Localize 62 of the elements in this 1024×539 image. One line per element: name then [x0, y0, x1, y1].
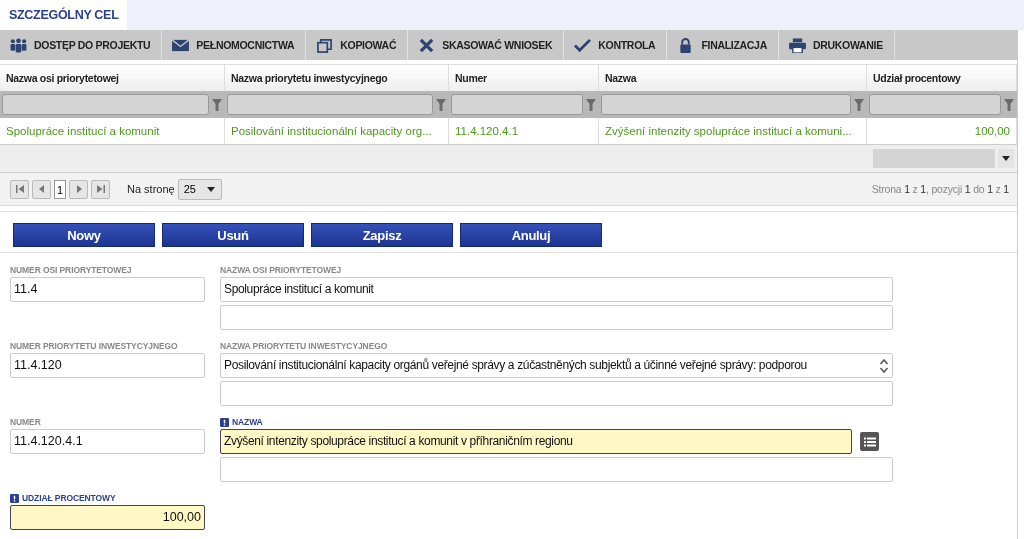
filter-icon[interactable] — [854, 98, 864, 111]
input-field[interactable]: 100,00 — [10, 505, 205, 530]
filter-field[interactable] — [2, 94, 209, 115]
per-page-select[interactable]: 25 — [177, 178, 222, 200]
action-button[interactable]: Anuluj — [460, 223, 602, 247]
field-label: NAZWA PRIORYTETU INWESTYCYJNEGO — [220, 341, 388, 351]
caret-icon — [1002, 156, 1010, 161]
field-label: NUMER OSI PRIORYTETOWEJ — [10, 265, 132, 275]
printer-icon — [787, 37, 807, 53]
table-cell: Posilování institucionální kapacity org... — [225, 118, 449, 144]
filter-icon[interactable] — [436, 98, 446, 111]
page-number-field[interactable]: 1 — [54, 179, 66, 199]
input-field[interactable] — [220, 457, 893, 482]
tab[interactable]: SZCZEGÓLNY CEL — [0, 0, 128, 30]
first-icon — [15, 185, 24, 193]
page-summary: Strona 1 z 1, pozycji 1 do 1 z 1 — [871, 183, 1009, 195]
previous-page-button[interactable] — [32, 179, 51, 199]
table-cell: 100,00 — [867, 118, 1017, 144]
next-icon — [74, 185, 83, 193]
field-label: UDZIAŁ PROCENTOWY — [22, 493, 116, 503]
table-cell: Spolupráce institucí a komunit — [0, 118, 225, 144]
input-field[interactable] — [220, 381, 893, 406]
list-button[interactable] — [860, 432, 879, 451]
last-page-button[interactable] — [91, 179, 110, 199]
filter-field[interactable] — [451, 94, 583, 115]
required-icon — [220, 417, 229, 427]
input-field[interactable]: 11.4.120 — [10, 353, 205, 378]
list-icon — [863, 436, 876, 447]
filter-field[interactable] — [227, 94, 433, 115]
filter-icon[interactable] — [212, 98, 222, 111]
table-cell: 11.4.120.4.1 — [449, 118, 599, 144]
filter-field[interactable] — [869, 94, 1001, 115]
scrollbar[interactable] — [873, 149, 995, 168]
input-field[interactable]: Zvýšení intenzity spolupráce institucí a komunit v příhraničním regionu — [220, 429, 852, 454]
field-label: NUMER PRIORYTETU INWESTYCYJNEGO — [10, 341, 178, 351]
action-button[interactable]: Zapisz — [311, 223, 453, 247]
first-page-button[interactable] — [10, 179, 29, 199]
table-cell: Zvýšení intenzity spolupráce institucí a komuni... — [599, 118, 867, 144]
input-field[interactable]: 11.4.120.4.1 — [10, 429, 205, 454]
per-page-label: Na stronę — [127, 183, 175, 195]
filter-field[interactable] — [601, 94, 851, 115]
input-field[interactable]: Spolupráce institucí a komunit — [220, 277, 893, 302]
field-label: NUMER — [10, 417, 41, 427]
people-icon — [9, 37, 28, 53]
filter-icon[interactable] — [1004, 98, 1014, 111]
field-label: NAZWA OSI PRIORYTETOWEJ — [220, 265, 342, 275]
check-icon — [573, 37, 593, 53]
action-button[interactable]: Usuń — [162, 223, 304, 247]
last-icon — [96, 185, 105, 193]
action-button[interactable]: Nowy — [13, 223, 155, 247]
envelope-icon — [171, 37, 191, 53]
required-icon — [10, 493, 19, 503]
caret-icon — [206, 186, 215, 192]
input-field[interactable] — [220, 305, 893, 330]
spinner-icon[interactable] — [879, 357, 889, 374]
next-page-button[interactable] — [69, 179, 88, 199]
input-field[interactable]: Posilování institucionální kapacity orgánů veřejné správy a zúčastněných subjektů a účinné veřejné správy: podporou — [220, 353, 893, 378]
previous-icon — [37, 185, 46, 193]
input-field[interactable]: 11.4 — [10, 277, 205, 302]
copy-icon — [315, 37, 335, 53]
field-label: NAZWA — [232, 417, 263, 427]
filter-icon[interactable] — [586, 98, 596, 111]
